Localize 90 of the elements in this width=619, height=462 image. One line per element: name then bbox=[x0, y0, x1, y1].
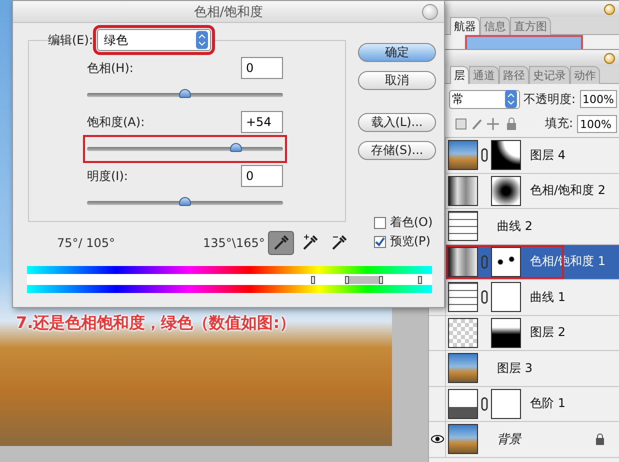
edit-label: 编辑(E): bbox=[48, 32, 93, 48]
checkbox[interactable] bbox=[374, 236, 386, 248]
lock-icon bbox=[595, 433, 605, 446]
layer-name: 曲线 2 bbox=[497, 218, 532, 235]
layer-mask-thumbnail bbox=[491, 282, 521, 312]
range-marker[interactable] bbox=[310, 276, 315, 284]
layer-name: 色阶 1 bbox=[530, 395, 566, 412]
range-marker[interactable] bbox=[379, 276, 384, 284]
layer-row[interactable]: 图层 3 bbox=[446, 351, 619, 386]
chain-icon bbox=[481, 290, 488, 304]
dialog-button[interactable]: 确定 bbox=[358, 43, 436, 62]
layer-name: 色相/饱和度 2 bbox=[530, 182, 606, 200]
caption-text: 7.还是色相饱和度，绿色（数值如图:） bbox=[16, 313, 296, 334]
layer-name: 背景 bbox=[497, 430, 521, 448]
chain-icon bbox=[481, 148, 488, 162]
panel-menu-button[interactable] bbox=[604, 4, 615, 14]
layer-row[interactable]: 色阶 1 bbox=[446, 386, 619, 421]
lock-options-icon bbox=[455, 116, 519, 130]
panel-tab[interactable]: 信息 bbox=[480, 17, 510, 35]
checkbox-option[interactable]: 预览(P) bbox=[374, 233, 433, 250]
range-marker[interactable] bbox=[344, 276, 349, 284]
dialog-button[interactable]: 取消 bbox=[358, 71, 436, 90]
value-field[interactable]: 0 bbox=[241, 165, 283, 187]
layer-name: 图层 2 bbox=[530, 324, 566, 342]
panel-tab[interactable]: 路径 bbox=[499, 66, 529, 84]
layer-mask-thumbnail bbox=[491, 388, 521, 419]
layer-mask-thumbnail bbox=[491, 246, 521, 277]
stepper-icon bbox=[196, 31, 208, 49]
layer-thumbnail bbox=[448, 388, 478, 419]
layer-thumbnail bbox=[448, 318, 478, 348]
panel-tab[interactable]: 史记录 bbox=[529, 66, 570, 84]
range-start-text: 75°/ 105° bbox=[57, 236, 116, 250]
opacity-field[interactable]: 100% bbox=[580, 90, 617, 108]
layer-thumbnail bbox=[448, 246, 478, 277]
eyedropper-minus-icon bbox=[330, 234, 348, 252]
layer-thumbnail bbox=[448, 211, 478, 242]
layer-name: 图层 3 bbox=[497, 360, 532, 377]
chain-icon bbox=[481, 254, 488, 269]
check-icon bbox=[374, 236, 385, 246]
eyedropper-plus-icon bbox=[300, 234, 319, 252]
checkbox-label: 预览(P) bbox=[390, 233, 430, 250]
layer-row[interactable]: 曲线 1 bbox=[446, 280, 619, 314]
panel-tab[interactable]: 层 bbox=[450, 66, 469, 84]
blend-mode-select[interactable]: 常 bbox=[449, 90, 520, 108]
layer-mask-thumbnail bbox=[491, 176, 521, 206]
layer-row[interactable]: 图层 4 bbox=[446, 138, 619, 172]
value-field[interactable]: +54 bbox=[241, 111, 283, 133]
eyedropper-icon bbox=[272, 234, 290, 252]
slider-label: 明度(I): bbox=[87, 168, 128, 184]
checkbox-option[interactable]: 着色(O) bbox=[374, 214, 433, 231]
layer-mask-thumbnail bbox=[491, 318, 521, 348]
range-end-text: 135°\165° bbox=[203, 236, 265, 250]
panel-tab[interactable]: 航器 bbox=[450, 17, 480, 35]
panel-tab[interactable]: 动作 bbox=[570, 66, 600, 84]
dialog-title: 色相/饱和度 bbox=[194, 4, 264, 20]
panel-tab[interactable]: 直方图 bbox=[510, 17, 551, 35]
layer-row[interactable]: 背景 bbox=[446, 422, 619, 456]
layer-name: 曲线 1 bbox=[530, 288, 566, 306]
layer-thumbnail bbox=[448, 424, 478, 454]
slider-thumb[interactable] bbox=[179, 89, 191, 98]
slider-thumb[interactable] bbox=[179, 197, 191, 206]
checkbox[interactable] bbox=[374, 216, 386, 228]
stepper-icon bbox=[504, 90, 516, 108]
dialog-button[interactable]: 存储(S)... bbox=[358, 141, 436, 160]
chain-icon bbox=[481, 396, 488, 411]
layer-thumbnail bbox=[448, 353, 478, 384]
layer-thumbnail bbox=[448, 140, 478, 170]
layer-thumbnail bbox=[448, 282, 478, 312]
eye-icon bbox=[430, 435, 444, 444]
value-field[interactable]: 0 bbox=[241, 57, 283, 79]
dialog-button[interactable]: 载入(L)... bbox=[358, 113, 436, 132]
close-button[interactable] bbox=[422, 4, 438, 20]
layer-row[interactable]: 曲线 2 bbox=[446, 209, 619, 244]
layer-mask-thumbnail bbox=[491, 140, 521, 170]
visibility-toggle[interactable] bbox=[429, 422, 446, 456]
fill-label: 填充: bbox=[544, 115, 573, 132]
layer-row[interactable]: 图层 2 bbox=[446, 316, 619, 350]
panel-menu-button[interactable] bbox=[604, 52, 615, 64]
eyedropper-tool[interactable] bbox=[268, 231, 294, 255]
slider-label: 饱和度(A): bbox=[87, 114, 145, 130]
panel-tab[interactable]: 通道 bbox=[469, 66, 499, 84]
checkbox-label: 着色(O) bbox=[390, 214, 433, 231]
slider-thumb[interactable] bbox=[230, 143, 242, 152]
opacity-label: 不透明度: bbox=[524, 90, 576, 108]
slider-label: 色相(H): bbox=[87, 60, 134, 76]
layer-name: 图层 4 bbox=[530, 146, 566, 164]
layer-thumbnail bbox=[448, 176, 478, 206]
layer-row[interactable]: 色相/饱和度 2 bbox=[446, 174, 619, 208]
fill-field[interactable]: 100% bbox=[577, 114, 617, 132]
range-marker[interactable] bbox=[418, 276, 422, 284]
